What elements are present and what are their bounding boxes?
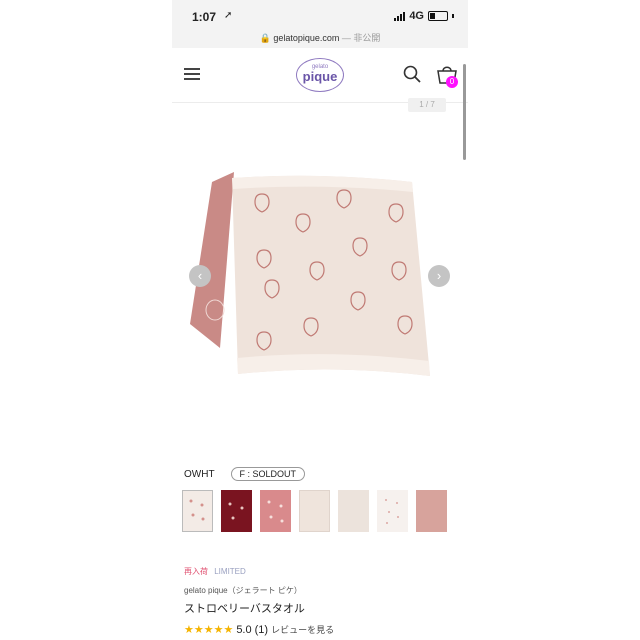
status-right: 4G	[394, 10, 454, 22]
location-arrow-icon: ➚	[224, 10, 233, 21]
review-link[interactable]: レビューを見る	[271, 623, 334, 636]
lock-icon: 🔒	[259, 33, 271, 43]
url-domain: gelatopique.com	[273, 33, 340, 43]
menu-icon[interactable]	[184, 68, 200, 80]
rating-value: 5.0	[236, 623, 252, 636]
search-icon[interactable]	[403, 65, 421, 83]
star-icons: ★★★★★	[184, 624, 234, 636]
thumbnail-pink-plain[interactable]	[416, 490, 447, 532]
logo-big-text: pique	[302, 69, 338, 84]
signal-icon	[394, 11, 406, 21]
tag-limited: LIMITED	[214, 567, 246, 576]
site-header: gelato pique 0	[172, 48, 468, 103]
tag-restock: 再入荷	[184, 567, 208, 576]
thumbnail-strip	[182, 490, 447, 532]
towel-image	[190, 172, 430, 376]
gallery-counter: 1 / 7	[408, 98, 446, 112]
product-gallery[interactable]: ‹ ›	[172, 112, 468, 452]
product-tags: 再入荷 LIMITED	[184, 566, 246, 577]
gallery-next-button[interactable]: ›	[428, 265, 450, 287]
variant-row: OWHT F : SOLDOUT	[184, 467, 306, 481]
gallery-prev-button[interactable]: ‹	[189, 265, 211, 287]
size-soldout-chip[interactable]: F : SOLDOUT	[230, 467, 306, 481]
phone-screen: 1:07 ➚ 4G 🔒 gelatopique.com — 非公開 gelato…	[172, 0, 468, 640]
thumbnail-dark-red[interactable]	[221, 490, 252, 532]
url-bar[interactable]: 🔒 gelatopique.com — 非公開	[172, 34, 468, 48]
thumbnail-pink[interactable]	[260, 490, 291, 532]
thumbnail-owht[interactable]	[182, 490, 213, 532]
brand-logo[interactable]: gelato pique	[296, 58, 344, 92]
product-name: ストロベリーバスタオル	[184, 603, 305, 615]
network-label: 4G	[409, 10, 424, 22]
rating-row: ★★★★★ 5.0 (1) レビューを見る	[184, 623, 334, 637]
thumbnail-white-dots[interactable]	[377, 490, 408, 532]
color-label: OWHT	[184, 468, 215, 480]
battery-icon	[428, 11, 448, 21]
battery-cap	[452, 14, 454, 18]
status-time: 1:07	[192, 10, 217, 24]
thumbnail-owht-plain[interactable]	[338, 490, 369, 532]
brand-name: gelato pique（ジェラート ピケ）	[184, 586, 302, 595]
url-suffix: — 非公開	[341, 33, 381, 43]
thumbnail-owht-folded[interactable]	[299, 490, 330, 532]
review-count: (1)	[254, 623, 269, 636]
status-bar: 1:07 ➚ 4G	[172, 0, 468, 34]
cart-count-badge: 0	[446, 76, 458, 88]
